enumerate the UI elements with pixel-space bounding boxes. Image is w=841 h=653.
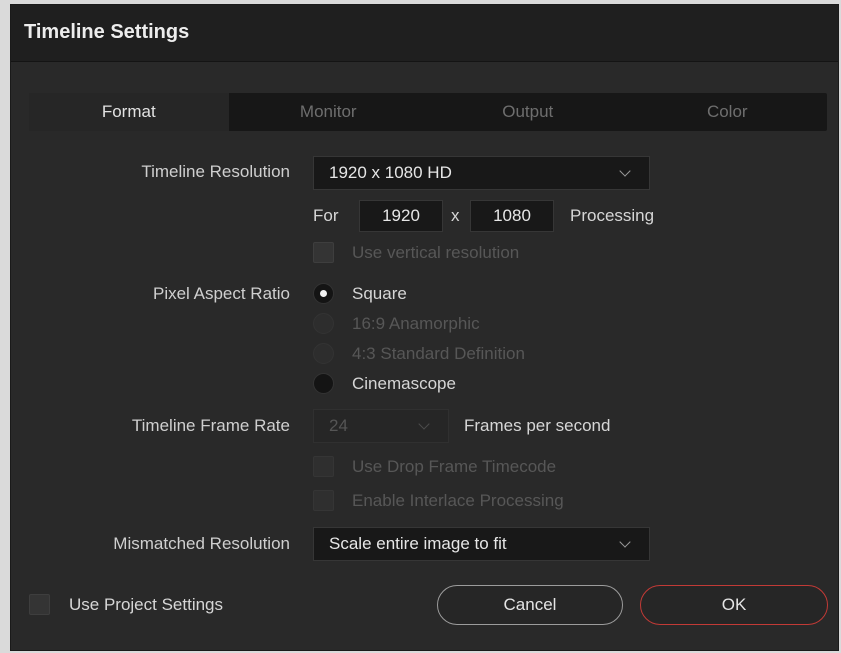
radio-4-3-standard-label: 4:3 Standard Definition: [352, 344, 525, 363]
radio-16-9-anamorphic[interactable]: [313, 313, 334, 334]
frame-rate-value: 24: [329, 416, 348, 435]
frame-rate-dropdown[interactable]: 24: [313, 409, 449, 443]
interlace-processing-label: Enable Interlace Processing: [352, 491, 564, 510]
radio-cinemascope-label: Cinemascope: [352, 374, 456, 393]
dialog-title: Timeline Settings: [24, 21, 190, 43]
cancel-button[interactable]: Cancel: [437, 585, 623, 625]
tab-monitor[interactable]: Monitor: [229, 93, 429, 131]
radio-square-label: Square: [352, 284, 407, 303]
tab-format[interactable]: Format: [29, 93, 229, 131]
use-project-settings-checkbox[interactable]: [29, 594, 50, 615]
pixel-aspect-ratio-label: Pixel Aspect Ratio: [152, 284, 290, 303]
tab-color[interactable]: Color: [628, 93, 828, 131]
timeline-frame-rate-label: Timeline Frame Rate: [131, 416, 290, 435]
timeline-resolution-value: 1920 x 1080 HD: [329, 163, 452, 182]
drop-frame-timecode-label: Use Drop Frame Timecode: [352, 457, 557, 476]
radio-16-9-anamorphic-label: 16:9 Anamorphic: [352, 314, 480, 333]
chevron-down-icon: [619, 536, 631, 548]
times-label: x: [451, 206, 460, 225]
ok-button[interactable]: OK: [640, 585, 828, 625]
use-vertical-resolution-checkbox[interactable]: [313, 242, 334, 263]
tab-output[interactable]: Output: [428, 93, 628, 131]
radio-square[interactable]: [313, 283, 334, 304]
chevron-down-icon: [619, 165, 631, 177]
resolution-width-input[interactable]: 1920: [359, 200, 443, 232]
for-label: For: [313, 206, 339, 225]
mismatched-resolution-label: Mismatched Resolution: [113, 534, 290, 553]
timeline-resolution-label: Timeline Resolution: [141, 162, 290, 181]
use-project-settings-label: Use Project Settings: [69, 595, 224, 614]
processing-label: Processing: [570, 206, 655, 225]
radio-cinemascope[interactable]: [313, 373, 334, 394]
timeline-settings-dialog: Timeline Settings Format Monitor Output …: [10, 4, 839, 651]
interlace-processing-checkbox[interactable]: [313, 490, 334, 511]
timeline-resolution-dropdown[interactable]: 1920 x 1080 HD: [313, 156, 650, 190]
radio-4-3-standard[interactable]: [313, 343, 334, 364]
mismatched-resolution-dropdown[interactable]: Scale entire image to fit: [313, 527, 650, 561]
title-bar[interactable]: Timeline Settings: [11, 5, 838, 62]
chevron-down-icon: [418, 418, 430, 430]
mismatched-resolution-value: Scale entire image to fit: [329, 534, 507, 553]
frames-per-second-label: Frames per second: [464, 416, 611, 435]
tab-bar: Format Monitor Output Color: [29, 93, 827, 131]
use-vertical-resolution-label: Use vertical resolution: [352, 243, 520, 262]
resolution-height-input[interactable]: 1080: [470, 200, 554, 232]
drop-frame-timecode-checkbox[interactable]: [313, 456, 334, 477]
